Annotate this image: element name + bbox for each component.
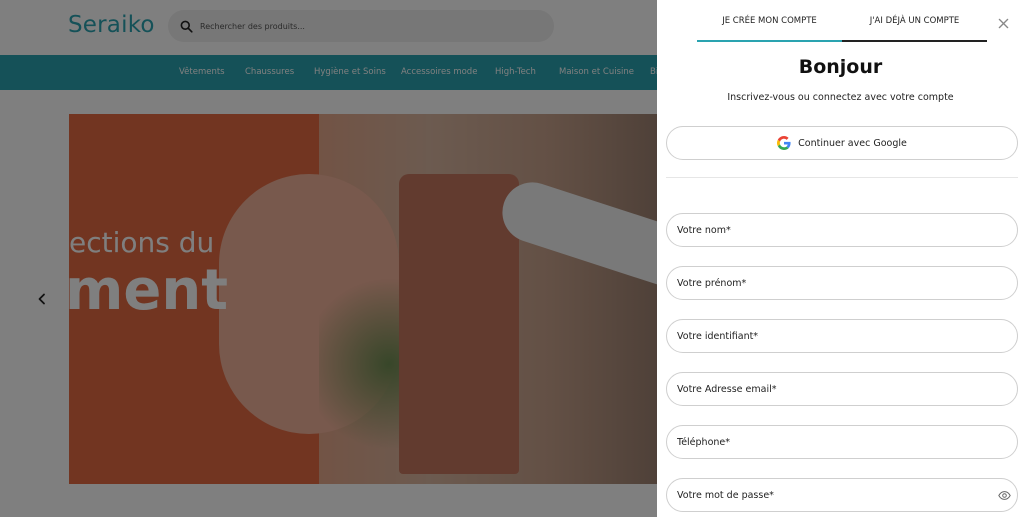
username-field[interactable] xyxy=(677,330,977,342)
password-field-wrapper[interactable] xyxy=(666,478,1018,512)
password-field[interactable] xyxy=(677,489,977,501)
auth-tabs: JE CRÉE MON COMPTE J'AI DÉJÀ UN COMPTE xyxy=(697,0,987,42)
close-icon xyxy=(998,18,1008,28)
phone-field[interactable] xyxy=(677,436,977,448)
username-field-wrapper[interactable] xyxy=(666,319,1018,353)
google-signin-button[interactable]: Continuer avec Google xyxy=(666,126,1018,160)
tab-existing-account[interactable]: J'AI DÉJÀ UN COMPTE xyxy=(842,0,987,42)
auth-panel: JE CRÉE MON COMPTE J'AI DÉJÀ UN COMPTE B… xyxy=(657,0,1024,517)
email-field[interactable] xyxy=(677,383,977,395)
close-button[interactable] xyxy=(994,14,1012,32)
google-signin-label: Continuer avec Google xyxy=(798,137,907,149)
modal-backdrop[interactable] xyxy=(0,0,657,517)
panel-subtitle: Inscrivez-vous ou connectez avec votre c… xyxy=(727,92,954,103)
panel-title: Bonjour xyxy=(798,56,883,78)
email-field-wrapper[interactable] xyxy=(666,372,1018,406)
firstname-field-wrapper[interactable] xyxy=(666,266,1018,300)
tab-create-account[interactable]: JE CRÉE MON COMPTE xyxy=(697,0,842,42)
divider xyxy=(666,177,1018,178)
firstname-field[interactable] xyxy=(677,277,977,289)
phone-field-wrapper[interactable] xyxy=(666,425,1018,459)
name-field[interactable] xyxy=(677,224,977,236)
name-field-wrapper[interactable] xyxy=(666,213,1018,247)
eye-icon[interactable] xyxy=(998,489,1011,502)
google-icon xyxy=(777,136,791,150)
